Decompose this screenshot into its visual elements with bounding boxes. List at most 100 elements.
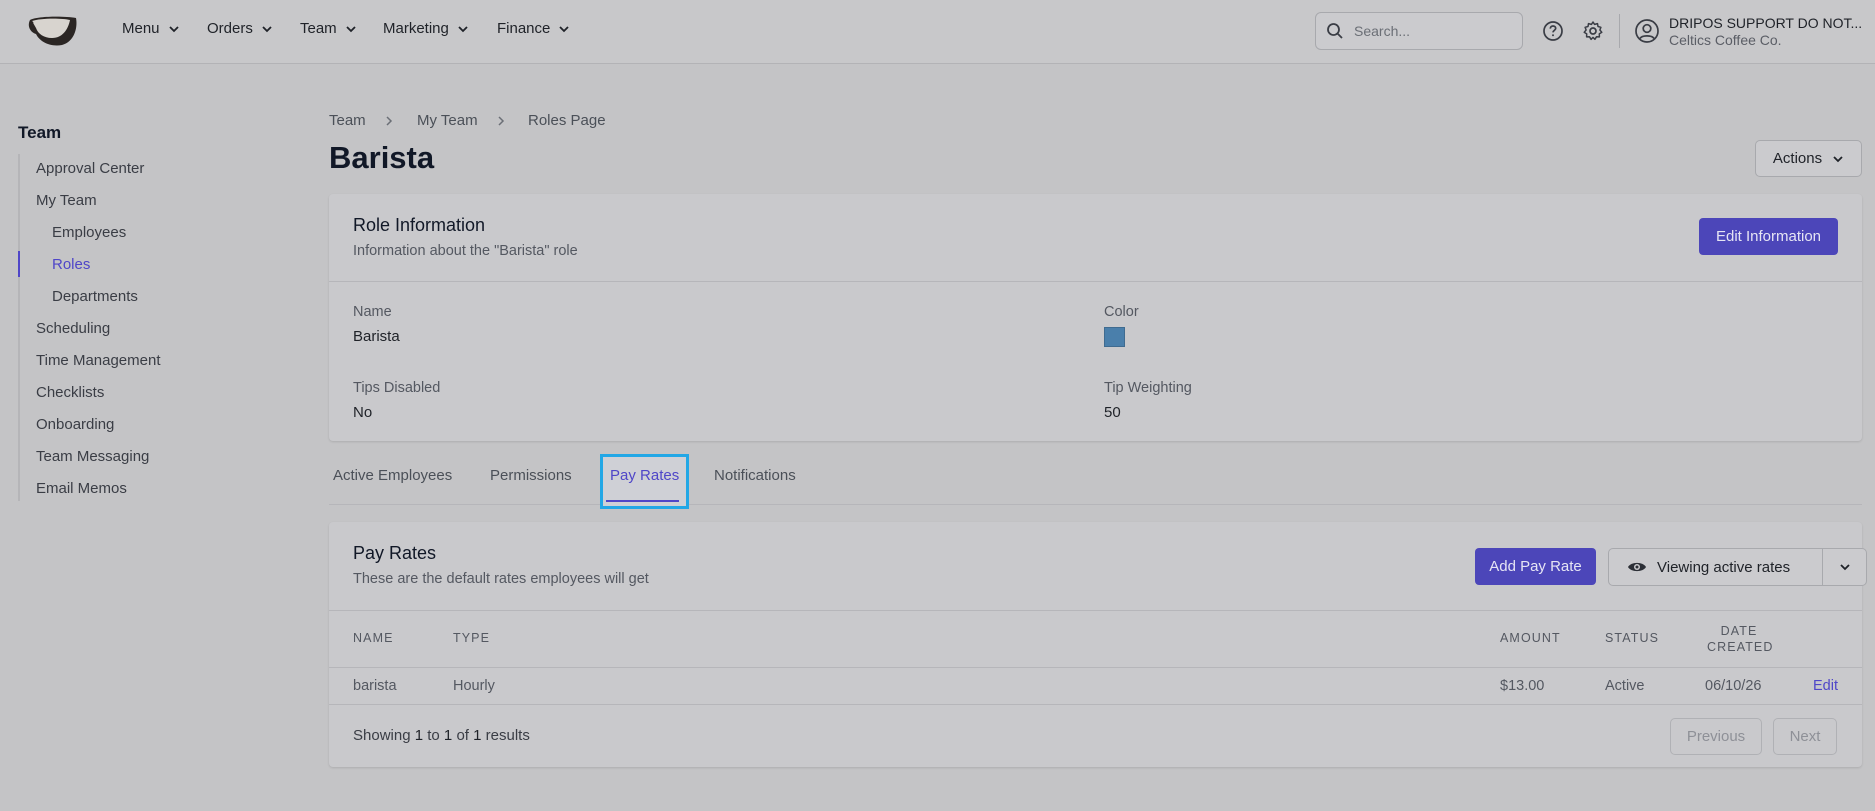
active-tab-underline — [606, 500, 679, 502]
name-label: Name — [353, 304, 392, 320]
nav-menu-label: Menu — [122, 20, 160, 37]
column-header-status: Status — [1605, 631, 1660, 645]
viewing-rates-button[interactable]: Viewing active rates — [1609, 549, 1823, 585]
tabs-baseline — [329, 504, 1862, 505]
tip-weighting-label: Tip Weighting — [1104, 380, 1192, 396]
tab-permissions[interactable]: Permissions — [490, 467, 572, 484]
sidebar-item-roles[interactable]: Roles — [52, 256, 90, 273]
showing-total: 1 — [473, 727, 482, 744]
tips-disabled-value: No — [353, 404, 373, 421]
sidebar-item-team-messaging[interactable]: Team Messaging — [36, 448, 149, 465]
user-name[interactable]: DRIPOS SUPPORT DO NOT... — [1669, 15, 1862, 31]
nav-marketing-label: Marketing — [383, 20, 449, 37]
date-header-line-1: Date — [1720, 624, 1758, 638]
column-header-type: Type — [453, 631, 491, 645]
viewing-rates-split-button: Viewing active rates — [1608, 548, 1867, 586]
nav-finance-label: Finance — [497, 20, 551, 37]
row-type: Hourly — [453, 678, 495, 694]
chevron-right-icon — [498, 116, 505, 126]
breadcrumb-team[interactable]: Team — [329, 112, 366, 129]
column-header-name: Name — [353, 631, 394, 645]
row-name: barista — [353, 678, 397, 694]
breadcrumb-my-team[interactable]: My Team — [417, 112, 478, 129]
sidebar-item-checklists[interactable]: Checklists — [36, 384, 104, 401]
tab-active-employees[interactable]: Active Employees — [333, 467, 452, 484]
chevron-down-icon — [1839, 564, 1850, 571]
showing-to: 1 — [443, 727, 453, 744]
tips-disabled-label: Tips Disabled — [353, 380, 441, 396]
tab-pay-rates[interactable]: Pay Rates — [610, 467, 679, 484]
pay-rates-subtitle: These are the default rates employees wi… — [353, 571, 649, 587]
showing-prefix: Showing — [353, 727, 411, 744]
showing-from: 1 — [414, 727, 424, 744]
card-divider — [329, 281, 1862, 282]
chevron-down-icon — [168, 25, 179, 32]
chevron-down-icon — [346, 25, 356, 32]
edit-information-button[interactable]: Edit Information — [1699, 218, 1838, 255]
row-edit-link[interactable]: Edit — [1813, 678, 1838, 694]
sidebar-item-email-memos[interactable]: Email Memos — [36, 480, 127, 497]
showing-to-word: to — [427, 727, 440, 744]
sidebar-item-my-team[interactable]: My Team — [36, 192, 97, 209]
sidebar-item-employees[interactable]: Employees — [52, 224, 126, 241]
nav-team[interactable]: Team — [300, 20, 357, 37]
column-header-amount: Amount — [1500, 631, 1561, 645]
row-status: Active — [1605, 678, 1645, 694]
chevron-right-icon — [386, 116, 393, 126]
showing-results-word: results — [485, 727, 530, 744]
gear-icon[interactable] — [1582, 20, 1604, 42]
nav-marketing[interactable]: Marketing — [383, 20, 469, 37]
tab-notifications[interactable]: Notifications — [714, 467, 796, 484]
name-value: Barista — [353, 328, 400, 345]
table-header-divider — [329, 667, 1862, 668]
next-page-button[interactable]: Next — [1773, 718, 1837, 755]
pagination-summary: Showing 1 to 1 of 1 results — [353, 727, 530, 744]
search-input[interactable] — [1354, 23, 1504, 39]
nav-team-label: Team — [300, 20, 337, 37]
breadcrumb-roles-page[interactable]: Roles Page — [528, 112, 606, 129]
add-pay-rate-button[interactable]: Add Pay Rate — [1475, 548, 1596, 585]
viewing-rates-label: Viewing active rates — [1657, 558, 1791, 576]
showing-of-word: of — [456, 727, 469, 744]
sidebar-title: Team — [18, 123, 62, 142]
nav-orders[interactable]: Orders — [207, 20, 273, 37]
actions-label: Actions — [1772, 150, 1823, 167]
sidebar-item-scheduling[interactable]: Scheduling — [36, 320, 110, 337]
role-information-subtitle: Information about the "Barista" role — [353, 243, 578, 259]
table-footer-divider — [329, 704, 1862, 705]
top-navigation-bar: Menu Orders Team Marketing Finance DRIPO… — [0, 0, 1875, 64]
sidebar-item-time-management[interactable]: Time Management — [36, 352, 161, 369]
row-amount: $13.00 — [1500, 678, 1545, 694]
sidebar-item-departments[interactable]: Departments — [52, 288, 138, 305]
search-icon — [1327, 23, 1343, 39]
chevron-down-icon — [1833, 155, 1843, 162]
color-label: Color — [1104, 304, 1139, 320]
row-date-created: 06/10/26 — [1705, 678, 1762, 694]
viewing-rates-dropdown-toggle[interactable] — [1823, 549, 1866, 585]
color-swatch — [1104, 327, 1125, 347]
header-divider — [1619, 14, 1620, 48]
nav-finance[interactable]: Finance — [497, 20, 570, 37]
search-box[interactable] — [1315, 12, 1523, 50]
sidebar-active-indicator — [18, 251, 20, 277]
previous-page-button[interactable]: Previous — [1670, 718, 1762, 755]
eye-icon — [1628, 562, 1646, 572]
actions-dropdown-button[interactable]: Actions — [1755, 140, 1862, 177]
user-organization: Celtics Coffee Co. — [1669, 32, 1782, 48]
help-icon[interactable] — [1542, 20, 1564, 42]
nav-menu[interactable]: Menu — [122, 20, 180, 37]
sidebar-item-onboarding[interactable]: Onboarding — [36, 416, 114, 433]
nav-orders-label: Orders — [207, 20, 253, 37]
coffee-cup-logo-icon[interactable] — [24, 14, 80, 48]
chevron-down-icon — [458, 25, 468, 32]
role-information-card: Role Information Information about the "… — [329, 194, 1862, 441]
role-information-title: Role Information — [353, 215, 486, 235]
column-header-date-created: Date Created — [1707, 623, 1774, 655]
user-circle-icon[interactable] — [1634, 18, 1660, 44]
sidebar-item-approval-center[interactable]: Approval Center — [36, 160, 144, 177]
chevron-down-icon — [559, 25, 570, 32]
sidebar-tree-line — [18, 154, 20, 501]
pay-rates-title: Pay Rates — [353, 543, 437, 563]
tip-weighting-value: 50 — [1104, 404, 1121, 421]
date-header-line-2: Created — [1707, 640, 1774, 654]
